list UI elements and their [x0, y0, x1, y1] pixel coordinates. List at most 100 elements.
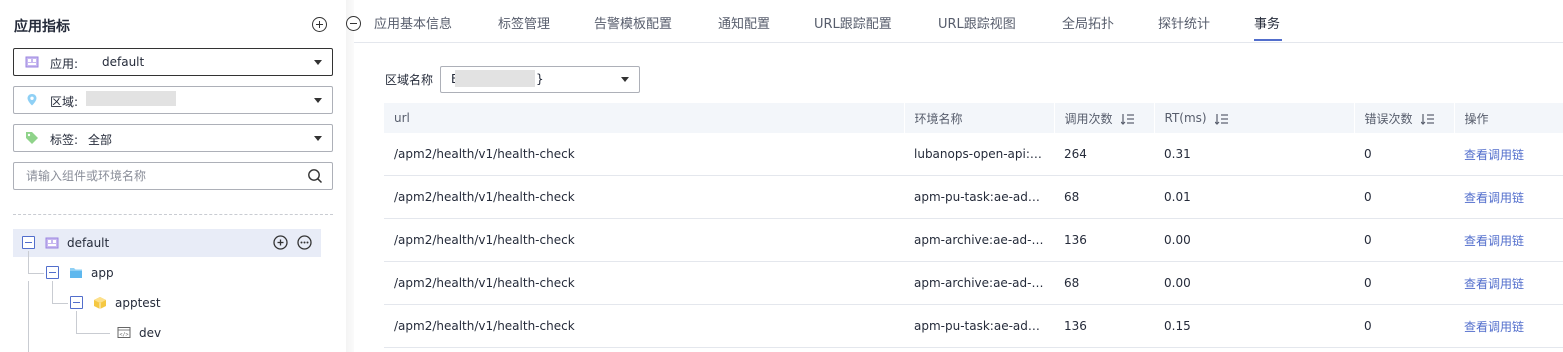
cell-url: /apm2/health/v1/health-check — [384, 261, 904, 305]
cell-calls: 68 — [1054, 261, 1154, 305]
app-select-label: 应用: — [50, 57, 79, 71]
cell-errors: 0 — [1354, 304, 1454, 348]
tree-line — [52, 303, 68, 304]
column-header-errors[interactable]: 错误次数 — [1353, 103, 1455, 133]
region-select-label: 区域: — [50, 95, 79, 109]
view-trace-link[interactable]: 查看调用链 — [1464, 191, 1524, 205]
tree-line — [76, 333, 110, 334]
tree-line — [28, 281, 29, 352]
sort-icon[interactable] — [1214, 113, 1229, 125]
tab-app-basic-info[interactable]: 应用基本信息 — [374, 13, 452, 32]
folder-icon — [70, 268, 82, 278]
cell-rt: 0.31 — [1154, 133, 1354, 176]
tab-transactions[interactable]: 事务 — [1254, 13, 1280, 32]
tab-global-topology[interactable]: 全局拓扑 — [1062, 13, 1114, 32]
cell-url: /apm2/health/v1/health-check — [384, 175, 904, 219]
add-icon[interactable] — [312, 17, 327, 32]
tab-tag-management[interactable]: 标签管理 — [498, 13, 550, 32]
cell-rt: 0.01 — [1154, 175, 1354, 219]
table-row: /apm2/health/v1/health-check lubanops-op… — [384, 133, 1563, 176]
component-icon — [94, 297, 106, 309]
divider — [13, 214, 333, 215]
cell-env: apm-pu-task:ae-ad-1-... — [904, 304, 1054, 348]
cell-url: /apm2/health/v1/health-check — [384, 218, 904, 262]
view-trace-link[interactable]: 查看调用链 — [1464, 148, 1524, 162]
cell-rt: 0.00 — [1154, 218, 1354, 262]
cell-calls: 136 — [1054, 218, 1154, 262]
column-header-url: url — [384, 103, 905, 133]
app-icon — [45, 237, 59, 249]
tag-select-value: 全部 — [88, 133, 113, 147]
chevron-down-icon — [314, 136, 322, 141]
chevron-down-icon — [314, 60, 322, 65]
cell-errors: 0 — [1354, 218, 1454, 262]
collapse-icon[interactable] — [70, 296, 83, 309]
column-header-env: 环境名称 — [903, 103, 1055, 133]
table-row: /apm2/health/v1/health-check apm-archive… — [384, 261, 1563, 305]
more-icon[interactable] — [297, 235, 312, 250]
tree-line — [52, 281, 53, 303]
sidebar: 应用指标 应用: default 区域: 标签: 全部 请输入组件或环境名称 d… — [0, 0, 346, 352]
tab-url-tracking-view[interactable]: URL跟踪视图 — [938, 13, 1016, 32]
cell-errors: 0 — [1354, 133, 1454, 176]
component-search-input[interactable] — [24, 168, 298, 184]
sidebar-title: 应用指标 — [14, 19, 70, 35]
search-icon[interactable] — [307, 168, 323, 184]
tree-line — [76, 311, 77, 333]
table-row: /apm2/health/v1/health-check apm-archive… — [384, 218, 1563, 262]
cell-calls: 68 — [1054, 175, 1154, 219]
redacted-region-value — [455, 70, 535, 87]
cell-rt: 0.15 — [1154, 304, 1354, 348]
tree-node-label: default — [67, 236, 110, 250]
redacted-region-value — [86, 91, 176, 106]
view-trace-link[interactable]: 查看调用链 — [1464, 277, 1524, 291]
cell-env: apm-archive:ae-ad-1-... — [904, 261, 1054, 305]
transactions-table: url 环境名称 调用次数 RT(ms) 错误次数 操作 /apm2/healt… — [384, 103, 1563, 348]
region-select[interactable]: 区域: — [13, 86, 333, 114]
tab-probe-statistics[interactable]: 探针统计 — [1158, 13, 1210, 32]
app-select-value: default — [102, 55, 145, 69]
active-tab-indicator — [1254, 39, 1282, 41]
region-value-end: } — [536, 72, 544, 86]
chevron-down-icon — [314, 98, 322, 103]
cell-calls: 264 — [1054, 133, 1154, 176]
sort-icon[interactable] — [1420, 113, 1435, 125]
environment-icon: </> — [117, 327, 131, 338]
cell-action: 查看调用链 — [1454, 304, 1563, 348]
cell-action: 查看调用链 — [1454, 218, 1563, 262]
sort-icon[interactable] — [1120, 113, 1135, 125]
tab-notification[interactable]: 通知配置 — [718, 13, 770, 32]
app-icon — [25, 56, 39, 68]
cell-url: /apm2/health/v1/health-check — [384, 304, 904, 348]
component-search — [13, 162, 333, 190]
tag-icon — [26, 132, 38, 144]
app-select[interactable]: 应用: default — [13, 48, 333, 76]
collapse-icon[interactable] — [46, 266, 59, 279]
table-row: /apm2/health/v1/health-check apm-pu-task… — [384, 175, 1563, 219]
collapse-icon[interactable] — [22, 236, 35, 249]
tab-url-tracking-config[interactable]: URL跟踪配置 — [814, 13, 892, 32]
tree-line — [28, 251, 29, 273]
tree-node-label[interactable]: dev — [139, 326, 161, 340]
cell-env: lubanops-open-api:ae... — [904, 133, 1054, 176]
tab-alarm-template[interactable]: 告警模板配置 — [594, 13, 672, 32]
view-trace-link[interactable]: 查看调用链 — [1464, 234, 1524, 248]
column-header-calls[interactable]: 调用次数 — [1053, 103, 1155, 133]
chevron-down-icon — [621, 77, 629, 82]
cell-errors: 0 — [1354, 261, 1454, 305]
cell-action: 查看调用链 — [1454, 133, 1563, 176]
tree-node-label[interactable]: app — [91, 266, 114, 280]
tag-select-label: 标签: — [50, 133, 79, 147]
tag-select[interactable]: 标签: 全部 — [13, 124, 333, 152]
view-trace-link[interactable]: 查看调用链 — [1464, 320, 1524, 334]
cell-action: 查看调用链 — [1454, 261, 1563, 305]
collapse-sidebar-icon[interactable] — [346, 16, 361, 31]
column-header-rt[interactable]: RT(ms) — [1153, 103, 1355, 133]
location-icon — [27, 94, 37, 106]
cell-errors: 0 — [1354, 175, 1454, 219]
table-header-row: url 环境名称 调用次数 RT(ms) 错误次数 操作 — [384, 103, 1563, 133]
region-name-select[interactable]: E } — [440, 66, 640, 93]
tree-node-label[interactable]: apptest — [115, 296, 161, 310]
add-child-icon[interactable] — [273, 235, 288, 250]
column-header-action: 操作 — [1453, 103, 1563, 133]
